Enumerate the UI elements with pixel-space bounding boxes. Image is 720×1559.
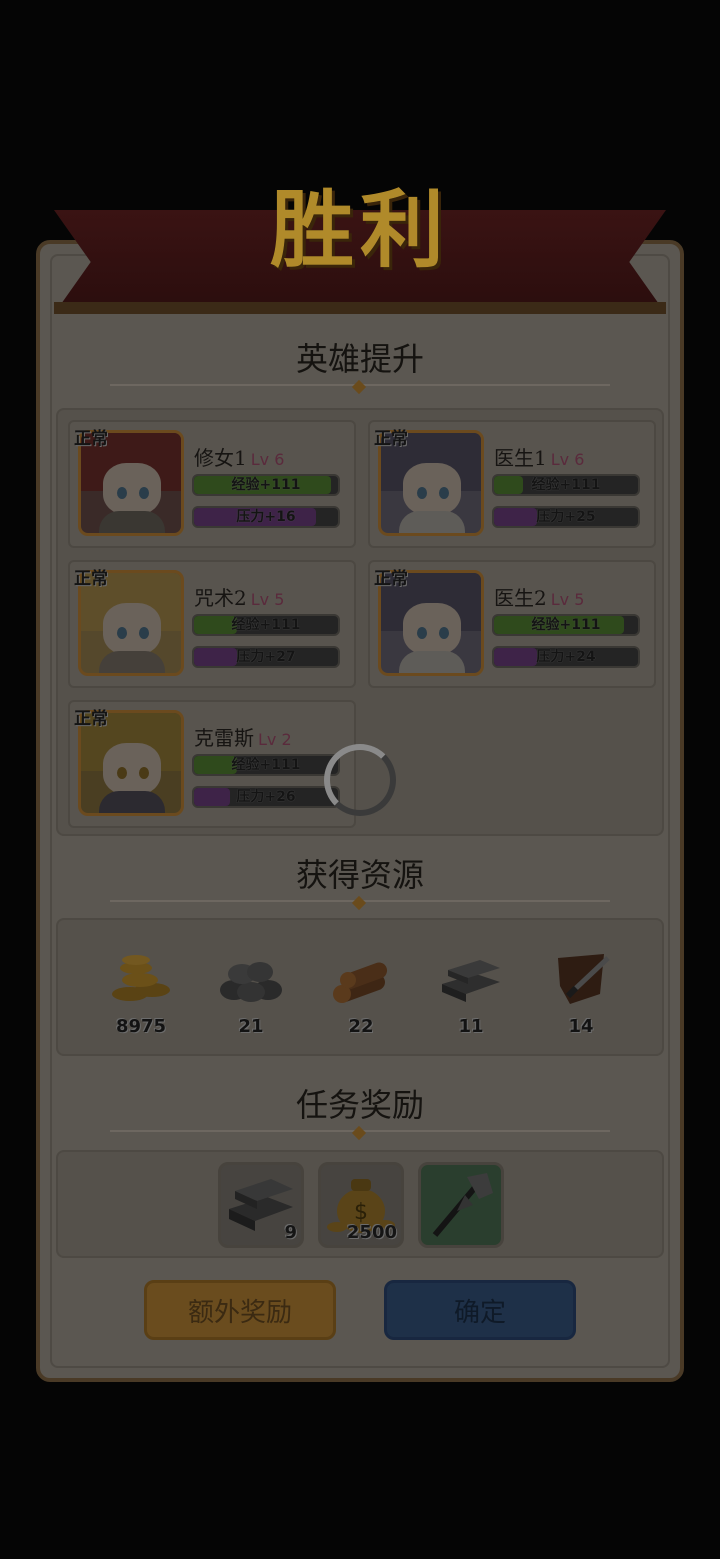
hero-level: Lv 5 — [550, 590, 585, 609]
hero-name: 医生2 Lv 5 — [494, 586, 585, 610]
hero-card[interactable]: 正常 克雷斯 Lv 2 经验+111 压力+26 — [68, 700, 356, 828]
extra-reward-button[interactable]: 额外奖励 — [144, 1280, 336, 1340]
reward-slot[interactable]: $ 2500 — [318, 1162, 404, 1248]
rewards-section-title: 任务奖励 — [295, 1086, 424, 1124]
status-badge: 正常 — [374, 429, 408, 449]
status-badge: 正常 — [74, 569, 108, 589]
gold-coins-icon — [106, 950, 176, 1006]
resource-leather: 14 — [536, 950, 626, 1050]
hero-card[interactable]: 正常 修女1 Lv 6 经验+111 压力+16 — [68, 420, 356, 548]
stone-pile-icon — [216, 950, 286, 1006]
exp-bar: 经验+111 — [192, 614, 340, 636]
exp-bar: 经验+111 — [492, 474, 640, 496]
heroes-section-title: 英雄提升 — [295, 340, 424, 378]
hero-card[interactable]: 正常 医生2 Lv 5 经验+111 压力+24 — [368, 560, 656, 688]
leather-knife-icon — [546, 950, 616, 1006]
resource-value: 21 — [238, 1016, 264, 1037]
loading-spinner-icon — [324, 744, 396, 816]
hero-level: Lv 6 — [550, 450, 585, 469]
resources-section-title: 获得资源 — [295, 856, 424, 894]
hero-card[interactable]: 正常 咒术2 Lv 5 经验+111 压力+27 — [68, 560, 356, 688]
resource-stone: 21 — [206, 950, 296, 1050]
hero-name: 咒术2 Lv 5 — [194, 586, 285, 610]
hero-name: 医生1 Lv 6 — [494, 446, 585, 470]
hero-name: 修女1 Lv 6 — [194, 446, 285, 470]
wood-logs-icon — [326, 950, 396, 1006]
resource-wood: 22 — [316, 950, 406, 1050]
reward-slot[interactable] — [418, 1162, 504, 1248]
hero-level: Lv 2 — [258, 730, 292, 749]
hero-level: Lv 6 — [250, 450, 285, 469]
resources-box: 8975 21 22 11 14 — [56, 918, 664, 1056]
iron-ingots-icon — [436, 950, 506, 1006]
rewards-box: 9 $ 2500 — [56, 1150, 664, 1258]
stress-bar: 压力+26 — [192, 786, 340, 808]
reward-count: 2500 — [346, 1222, 397, 1243]
reward-count: 9 — [284, 1222, 297, 1243]
victory-title: 胜利 — [269, 181, 450, 279]
stress-bar: 压力+24 — [492, 646, 640, 668]
resource-value: 11 — [458, 1016, 484, 1037]
resource-value: 22 — [348, 1016, 374, 1037]
hero-level: Lv 5 — [250, 590, 285, 609]
resource-iron: 11 — [426, 950, 516, 1050]
exp-bar: 经验+111 — [492, 614, 640, 636]
resource-gold: 8975 — [96, 950, 186, 1050]
exp-bar: 经验+111 — [192, 754, 340, 776]
status-badge: 正常 — [374, 569, 408, 589]
status-badge: 正常 — [74, 429, 108, 449]
battle-axe-icon — [432, 1173, 493, 1237]
stress-bar: 压力+25 — [492, 506, 640, 528]
title-banner-trim — [54, 302, 666, 314]
hero-name: 克雷斯 Lv 2 — [194, 726, 292, 750]
confirm-button[interactable]: 确定 — [384, 1280, 576, 1340]
status-badge: 正常 — [74, 709, 108, 729]
resource-value: 8975 — [115, 1016, 167, 1037]
resource-value: 14 — [568, 1016, 594, 1037]
reward-slot[interactable]: 9 — [218, 1162, 304, 1248]
hero-card[interactable]: 正常 医生1 Lv 6 经验+111 压力+25 — [368, 420, 656, 548]
stress-bar: 压力+27 — [192, 646, 340, 668]
stress-bar: 压力+16 — [192, 506, 340, 528]
exp-bar: 经验+111 — [192, 474, 340, 496]
